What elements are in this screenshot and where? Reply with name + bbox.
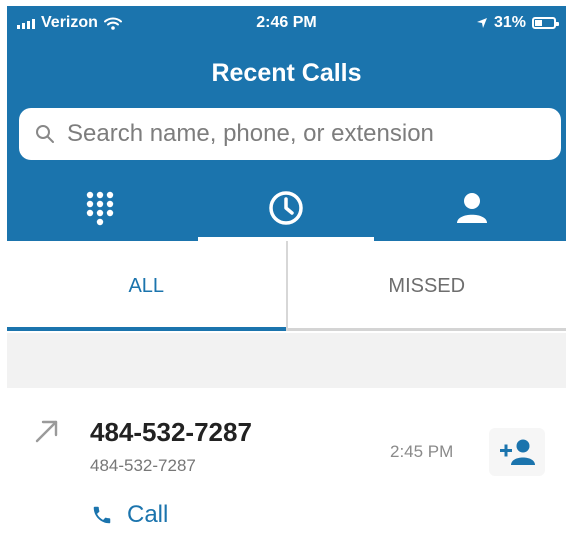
call-list-item[interactable]: 484-532-7287 484-532-7287 2:45 PM Call bbox=[7, 388, 566, 558]
filter-missed-tab[interactable]: MISSED bbox=[285, 241, 566, 331]
phone-icon bbox=[93, 506, 111, 524]
dialpad-icon bbox=[86, 191, 114, 226]
filter-all-tab[interactable]: ALL bbox=[7, 241, 286, 331]
add-contact-icon bbox=[500, 439, 535, 465]
outgoing-arrow-icon bbox=[35, 420, 58, 443]
call-filter: ALL MISSED bbox=[7, 241, 566, 331]
tab-recents[interactable] bbox=[193, 180, 379, 241]
tab-bar bbox=[7, 180, 566, 241]
page-title: Recent Calls bbox=[211, 59, 362, 87]
call-button-label: Call bbox=[127, 501, 169, 528]
app-header: Verizon 2:46 PM 31% Recent Calls bbox=[7, 6, 566, 241]
location-arrow-icon bbox=[476, 18, 487, 28]
call-subtext: 484-532-7287 bbox=[90, 456, 196, 475]
status-right: 31% bbox=[476, 14, 559, 32]
call-button[interactable]: Call bbox=[91, 501, 168, 529]
call-number: 484-532-7287 bbox=[90, 417, 252, 447]
tab-contacts[interactable] bbox=[379, 180, 565, 241]
add-contact-button[interactable] bbox=[489, 428, 545, 476]
battery-percent: 31% bbox=[493, 14, 526, 31]
tab-dialpad[interactable] bbox=[7, 180, 193, 241]
search-input[interactable] bbox=[65, 119, 549, 149]
call-time: 2:45 PM bbox=[390, 442, 454, 461]
search-icon bbox=[36, 125, 54, 143]
status-bar: Verizon 2:46 PM 31% bbox=[7, 6, 566, 40]
search-bar[interactable] bbox=[19, 108, 561, 160]
person-icon bbox=[457, 193, 487, 223]
battery-icon bbox=[532, 17, 559, 29]
clock-icon bbox=[269, 191, 303, 225]
section-spacer bbox=[7, 333, 566, 388]
